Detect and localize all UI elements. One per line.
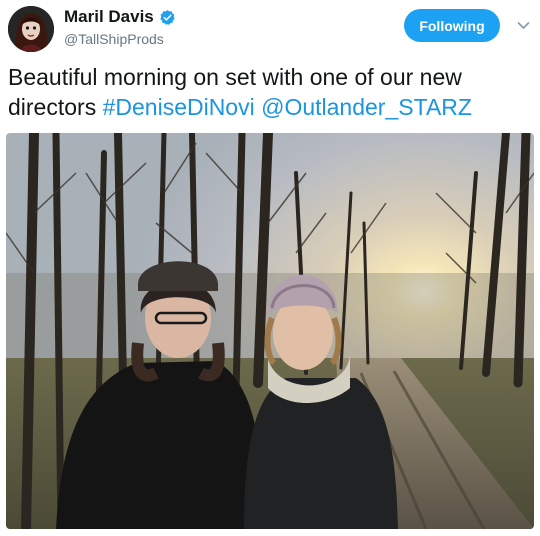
- user-handle[interactable]: @TallShipProds: [64, 31, 164, 47]
- hashtag-link[interactable]: #DeniseDiNovi: [103, 94, 255, 120]
- mention-link[interactable]: @Outlander_STARZ: [261, 94, 472, 120]
- tweet-photo[interactable]: [6, 133, 534, 529]
- display-name[interactable]: Maril Davis: [64, 7, 154, 27]
- following-button[interactable]: Following: [404, 9, 500, 42]
- tweet-header: Maril Davis @TallShipProds Following: [0, 0, 540, 60]
- name-row: Maril Davis: [64, 7, 176, 27]
- avatar[interactable]: [8, 6, 54, 52]
- profile-avatar-icon: [8, 6, 54, 52]
- tweet-text: Beautiful morning on set with one of our…: [8, 62, 534, 122]
- verified-badge-icon: [159, 9, 176, 26]
- tweet-photo-image: [6, 133, 534, 529]
- chevron-down-icon[interactable]: [517, 19, 530, 32]
